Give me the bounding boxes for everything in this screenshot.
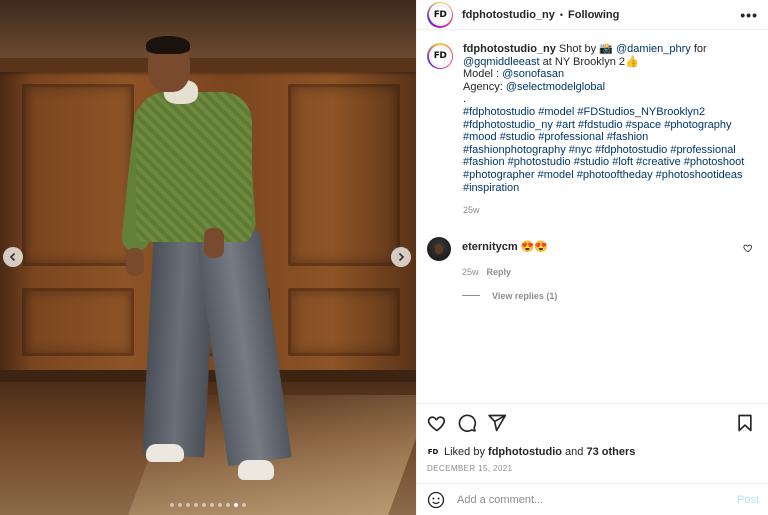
- post-sidebar: FD fdphotostudio_ny • Following ••• FD f…: [416, 0, 768, 515]
- header-separator: •: [559, 9, 564, 20]
- caption-text-2: for: [690, 43, 707, 55]
- model-label: Model :: [463, 68, 503, 81]
- carousel-dot: [194, 503, 198, 507]
- commenter-avatar[interactable]: [427, 236, 451, 261]
- photo-ceiling: [0, 0, 416, 58]
- wall-panel: [288, 288, 400, 356]
- post-actions: FD Liked by fdphotostudio and 73 others …: [417, 403, 768, 473]
- carousel-dot: [170, 503, 174, 507]
- reply-button[interactable]: Reply: [487, 267, 512, 277]
- avatar-ring-inner: FD: [428, 44, 452, 68]
- carousel-indicator: [0, 503, 416, 507]
- mention-link[interactable]: @sonofasan: [502, 68, 564, 80]
- view-replies-line: [462, 295, 480, 297]
- wall-panel: [22, 84, 134, 266]
- avatar-ring-inner: FD: [428, 3, 452, 26]
- model-shoe-right: [238, 460, 274, 480]
- avatar-logo: FD: [430, 4, 450, 25]
- model-sweater: [136, 92, 252, 242]
- wall-panel: [22, 288, 134, 356]
- wall-panel: [288, 84, 400, 266]
- caption-avatar[interactable]: FD: [427, 43, 453, 69]
- comment-item: eternitycm 😍😍: [427, 236, 759, 261]
- post-header: FD fdphotostudio_ny • Following •••: [417, 0, 768, 30]
- chevron-right-icon: [398, 252, 405, 262]
- liked-by-user[interactable]: fdphotostudio: [488, 446, 562, 458]
- comments-area: FD fdphotostudio_ny Shot by 📸 @damien_phr…: [417, 31, 768, 403]
- comment-composer: Post: [417, 483, 768, 515]
- comment-meta: 25w Reply: [462, 267, 759, 277]
- carousel-dot: [210, 503, 214, 507]
- add-comment-input[interactable]: [457, 493, 727, 506]
- carousel-dot: [202, 503, 206, 507]
- comment-timestamp[interactable]: 25w: [462, 267, 479, 277]
- carousel-dot: [234, 503, 238, 507]
- commenter-username[interactable]: eternitycm: [462, 241, 518, 253]
- following-button[interactable]: Following: [568, 9, 619, 21]
- carousel-dot: [178, 503, 182, 507]
- likes-count-button[interactable]: 73 others: [586, 446, 635, 458]
- like-heart-icon[interactable]: [427, 413, 447, 433]
- comment-body: eternitycm 😍😍: [462, 240, 548, 261]
- action-icons: [427, 412, 759, 434]
- carousel-dot: [218, 503, 222, 507]
- author-avatar[interactable]: FD: [427, 1, 453, 28]
- photo-trim: [0, 58, 416, 72]
- model-hand-left: [126, 248, 144, 276]
- caption-timestamp[interactable]: 25w: [463, 204, 753, 217]
- carousel-dot: [226, 503, 230, 507]
- comment-text: 😍😍: [520, 240, 549, 253]
- caption-text: fdphotostudio_ny Shot by 📸 @damien_phry f…: [463, 43, 753, 217]
- author-username[interactable]: fdphotostudio_ny: [462, 9, 555, 21]
- mention-link[interactable]: @gqmiddleeast: [463, 56, 540, 68]
- liked-by-prefix: Liked by: [444, 446, 485, 458]
- view-replies-label: View replies (1): [492, 290, 558, 301]
- post-comment-button[interactable]: Post: [737, 494, 759, 506]
- carousel-next-button[interactable]: [391, 247, 411, 267]
- view-replies-button[interactable]: View replies (1): [462, 291, 759, 301]
- mention-link[interactable]: @selectmodelglobal: [506, 81, 605, 93]
- post-date[interactable]: DECEMBER 15, 2021: [427, 464, 759, 473]
- hashtags-link[interactable]: #fdphotostudio #model #FDStudios_NYBrook…: [463, 106, 744, 194]
- share-paper-plane-icon[interactable]: [487, 413, 507, 433]
- chevron-left-icon: [9, 252, 16, 262]
- caption-text-3: at NY Brooklyn 2👍: [539, 55, 639, 68]
- caption-dot: .: [463, 93, 467, 106]
- comment-bubble-icon[interactable]: [457, 413, 477, 433]
- avatar-face: [435, 243, 443, 254]
- carousel-dot: [186, 503, 190, 507]
- agency-label: Agency:: [463, 80, 506, 93]
- post-photo[interactable]: [0, 0, 416, 515]
- more-options-icon[interactable]: •••: [740, 7, 758, 23]
- caption-row: FD fdphotostudio_ny Shot by 📸 @damien_phr…: [427, 43, 759, 217]
- liked-by-and: and: [565, 446, 584, 458]
- caption-text-1: Shot by 📸: [558, 43, 613, 55]
- model-shoe-left: [146, 444, 184, 462]
- save-bookmark-icon[interactable]: [735, 413, 755, 433]
- likes-summary: FD Liked by fdphotostudio and 73 others: [427, 446, 759, 458]
- caption-username[interactable]: fdphotostudio_ny: [463, 43, 556, 55]
- carousel-prev-button[interactable]: [3, 247, 23, 267]
- emoji-icon[interactable]: [427, 491, 445, 509]
- like-comment-heart-icon[interactable]: [743, 243, 753, 253]
- model-hand-right: [204, 228, 224, 258]
- carousel-dot: [242, 503, 246, 507]
- model-hair: [146, 36, 190, 54]
- mention-link[interactable]: @damien_phry: [616, 43, 691, 55]
- avatar-logo: FD: [430, 46, 450, 66]
- liker-avatar[interactable]: FD: [427, 446, 439, 458]
